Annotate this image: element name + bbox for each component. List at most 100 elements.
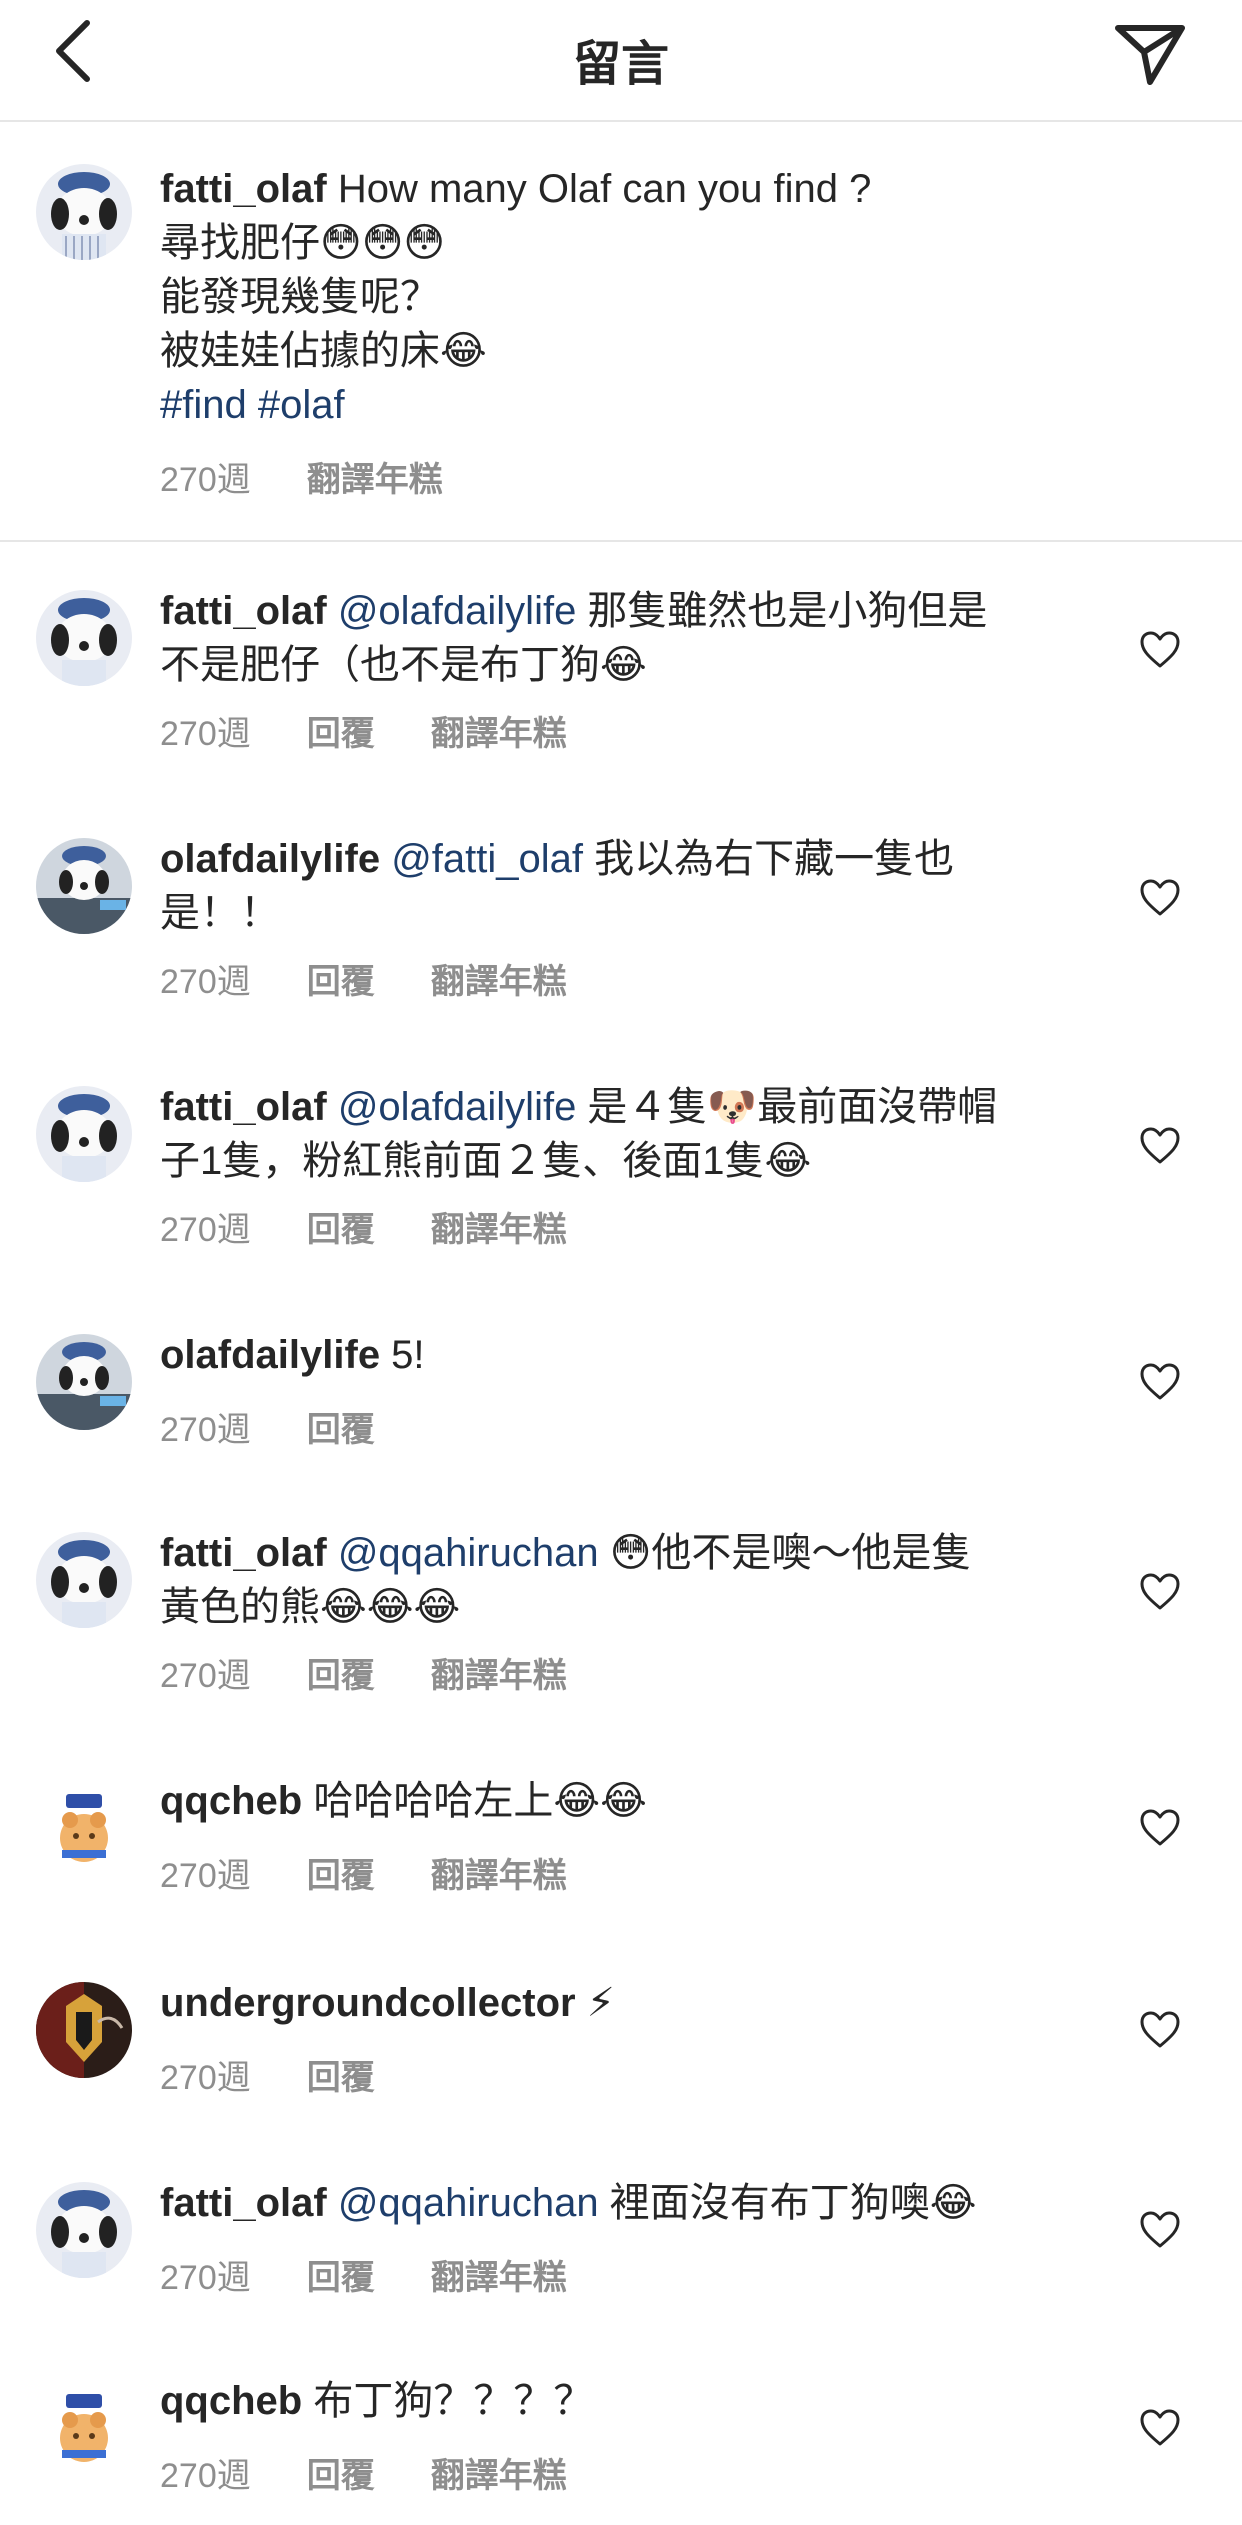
top-bar: 留言 (0, 0, 1242, 122)
timestamp: 270週 (160, 1411, 251, 1449)
like-button[interactable] (1138, 1808, 1182, 1848)
avatar[interactable] (36, 164, 132, 260)
caption-line: 尋找肥仔😳😳😳 (160, 221, 446, 265)
mention-link[interactable]: @olafdailylife (338, 1085, 577, 1129)
heart-outline-icon (1140, 2011, 1180, 2048)
avatar[interactable] (36, 2182, 132, 2278)
mention-link[interactable]: @olafdailylife (338, 589, 577, 633)
timestamp: 270週 (160, 1211, 251, 1249)
reply-button[interactable]: 回覆 (307, 706, 375, 755)
avatar[interactable] (36, 1334, 132, 1430)
reply-button[interactable]: 回覆 (307, 954, 375, 1003)
avatar[interactable] (36, 1086, 132, 1182)
comment-meta: 270週 回覆 翻譯年糕 (160, 1848, 623, 1897)
timestamp: 270週 (160, 715, 251, 753)
page-title: 留言 (572, 38, 669, 91)
translate-link[interactable]: 翻譯年糕 (431, 954, 567, 1003)
avatar[interactable] (36, 838, 132, 934)
comment-body: olafdailylife @fatti_olaf 我以為右下藏一隻也 是！！ (160, 832, 1080, 940)
avatar-dog-image (36, 838, 132, 934)
comment-meta: 270週 回覆 翻譯年糕 (160, 1202, 623, 1251)
comment-text: 5! (380, 1333, 425, 1377)
timestamp: 270週 (160, 461, 251, 499)
username[interactable]: olafdailylife (160, 837, 380, 881)
username[interactable]: olafdailylife (160, 1333, 380, 1377)
avatar-dog-image (36, 590, 132, 686)
translate-link[interactable]: 翻譯年糕 (431, 706, 567, 755)
username[interactable]: fatti_olaf (160, 167, 327, 211)
avatar[interactable] (36, 1532, 132, 1628)
username[interactable]: fatti_olaf (160, 589, 327, 633)
translate-link[interactable]: 翻譯年糕 (307, 452, 443, 501)
comment-body: fatti_olaf @olafdailylife 那隻雖然也是小狗但是 不是肥仔… (160, 584, 1080, 692)
comment-text: 布丁狗？？？？ (302, 2379, 594, 2423)
like-button[interactable] (1138, 1362, 1182, 1402)
timestamp: 270週 (160, 1657, 251, 1695)
reply-button[interactable]: 回覆 (307, 1402, 375, 1451)
reply-button[interactable]: 回覆 (307, 1202, 375, 1251)
username[interactable]: qqcheb (160, 2379, 302, 2423)
comment-body: qqcheb 哈哈哈哈左上😂😂 (160, 1774, 1080, 1828)
timestamp: 270週 (160, 2457, 251, 2495)
reply-button[interactable]: 回覆 (307, 1848, 375, 1897)
heart-outline-icon (1140, 2409, 1180, 2446)
like-button[interactable] (1138, 630, 1182, 670)
reply-button[interactable]: 回覆 (307, 2050, 375, 2099)
username[interactable]: fatti_olaf (160, 2181, 327, 2225)
comment-text: 哈哈哈哈左上😂😂 (302, 1779, 647, 1823)
caption-meta: 270週 翻譯年糕 (160, 452, 499, 501)
share-button[interactable] (1110, 18, 1190, 90)
like-button[interactable] (1138, 2408, 1182, 2448)
like-button[interactable] (1138, 1126, 1182, 1166)
avatar[interactable] (36, 2380, 132, 2476)
avatar-bear-image (36, 1780, 132, 1876)
paper-plane-icon (1115, 25, 1185, 85)
comment-body: fatti_olaf @qqahiruchan 裡面沒有布丁狗噢😂 (160, 2176, 1080, 2230)
comment-text: 裡面沒有布丁狗噢😂 (598, 2181, 977, 2225)
like-button[interactable] (1138, 878, 1182, 918)
timestamp: 270週 (160, 2059, 251, 2097)
avatar-dog-image (36, 1086, 132, 1182)
heart-outline-icon (1140, 2211, 1180, 2248)
caption-line: How many Olaf can you find ? (337, 167, 872, 211)
like-button[interactable] (1138, 2010, 1182, 2050)
username[interactable]: undergroundcollector (160, 1981, 576, 2025)
translate-link[interactable]: 翻譯年糕 (431, 2448, 567, 2497)
timestamp: 270週 (160, 1857, 251, 1895)
mention-link[interactable]: @qqahiruchan (338, 2181, 599, 2225)
timestamp: 270週 (160, 2259, 251, 2297)
reply-button[interactable]: 回覆 (307, 2250, 375, 2299)
translate-link[interactable]: 翻譯年糕 (431, 2250, 567, 2299)
heart-outline-icon (1140, 879, 1180, 916)
comment-body: fatti_olaf @qqahiruchan 😳他不是噢～他是隻 黃色的熊😂😂😂 (160, 1526, 1080, 1634)
comment-text: 子1隻，粉紅熊前面２隻、後面1隻😂 (160, 1139, 812, 1183)
hashtag-link[interactable]: #olaf (258, 383, 345, 427)
reply-button[interactable]: 回覆 (307, 1648, 375, 1697)
comment-meta: 270週 回覆 (160, 2050, 431, 2099)
heart-outline-icon (1140, 1573, 1180, 1610)
avatar-dog-image (36, 2182, 132, 2278)
translate-link[interactable]: 翻譯年糕 (431, 1648, 567, 1697)
avatar-art-image (36, 1982, 132, 2078)
username[interactable]: fatti_olaf (160, 1085, 327, 1129)
comment-text: 黃色的熊😂😂😂 (160, 1585, 461, 1629)
comment-meta: 270週 回覆 翻譯年糕 (160, 706, 623, 755)
mention-link[interactable]: @qqahiruchan (338, 1531, 599, 1575)
comment-text: 是４隻🐶最前面沒帶帽 (576, 1085, 998, 1129)
username[interactable]: qqcheb (160, 1779, 302, 1823)
reply-button[interactable]: 回覆 (307, 2448, 375, 2497)
avatar[interactable] (36, 1780, 132, 1876)
hashtag-link[interactable]: #find (160, 383, 247, 427)
comment-text: 我以為右下藏一隻也 (583, 837, 955, 881)
username[interactable]: fatti_olaf (160, 1531, 327, 1575)
like-button[interactable] (1138, 2210, 1182, 2250)
avatar[interactable] (36, 590, 132, 686)
mention-link[interactable]: @fatti_olaf (391, 837, 583, 881)
translate-link[interactable]: 翻譯年糕 (431, 1202, 567, 1251)
translate-link[interactable]: 翻譯年糕 (431, 1848, 567, 1897)
comment-meta: 270週 回覆 翻譯年糕 (160, 1648, 623, 1697)
avatar-dog-image (36, 164, 132, 260)
avatar[interactable] (36, 1982, 132, 2078)
like-button[interactable] (1138, 1572, 1182, 1612)
heart-outline-icon (1140, 1363, 1180, 1400)
